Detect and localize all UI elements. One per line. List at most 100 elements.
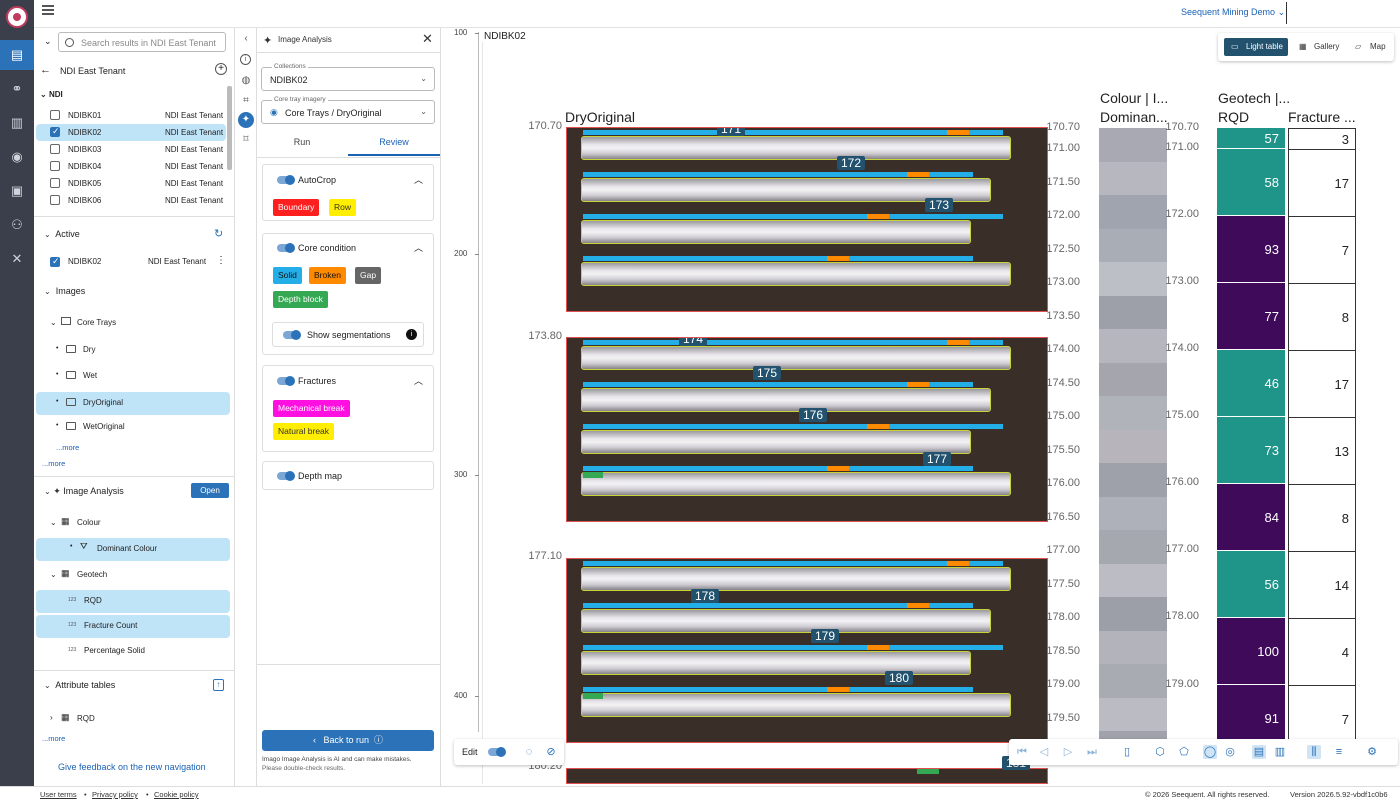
borehole-checkbox[interactable] [50, 126, 60, 137]
bookmark-add-icon[interactable]: ⌑ [239, 133, 253, 147]
close-icon[interactable]: ✕ [422, 31, 433, 47]
rqd-cell[interactable]: 100 [1217, 618, 1285, 685]
fracture-cell[interactable]: 14 [1288, 551, 1356, 619]
zoom-icon[interactable]: ◎ [1223, 745, 1237, 759]
info-icon[interactable]: i [240, 54, 251, 65]
network-icon[interactable]: ⚭ [0, 74, 34, 104]
privacy-policy-link[interactable]: Privacy policy [92, 790, 138, 799]
images-more-link[interactable]: ...more [56, 443, 79, 452]
fracture-cell[interactable]: 3 [1288, 128, 1356, 150]
edit-toggle[interactable] [488, 747, 506, 757]
rqd-cell[interactable]: 73 [1217, 417, 1285, 484]
menu-icon[interactable] [42, 9, 54, 11]
borehole-row[interactable]: NDIBK05 NDI East Tenant [36, 175, 226, 192]
depth-block-chip[interactable]: Depth block [273, 291, 328, 308]
portrait-icon[interactable]: ▯ [1120, 745, 1134, 759]
borehole-row[interactable]: NDIBK06 NDI East Tenant [36, 192, 226, 209]
images-section-header[interactable]: ⌄ Images [44, 286, 85, 296]
image-item[interactable]: • DryOriginal [36, 392, 230, 415]
core-tray-image[interactable]: 174 175 176 177 [566, 337, 1048, 522]
ai-sparkle-icon[interactable]: ✦ [238, 112, 254, 128]
rqd-cell[interactable]: 46 [1217, 350, 1285, 417]
user-terms-link[interactable]: User terms [40, 790, 77, 799]
autocrop-toggle[interactable] [277, 175, 295, 185]
image-item[interactable]: • Wet [36, 368, 230, 385]
previous-icon[interactable]: ◁ [1037, 745, 1051, 759]
tenant-selector[interactable]: Seequent Mining Demo ⌄ [1181, 7, 1285, 18]
attribute-table-rqd[interactable]: › ▦ RQD [34, 712, 234, 729]
refresh-icon[interactable]: ↻ [214, 227, 223, 240]
rqd-cell[interactable]: 77 [1217, 283, 1285, 350]
colour-cell[interactable] [1099, 161, 1167, 196]
fractures-toggle[interactable] [277, 376, 295, 386]
colour-cell[interactable] [1099, 228, 1167, 263]
chart-icon[interactable]: ▥ [0, 108, 34, 138]
fracture-cell[interactable]: 13 [1288, 417, 1356, 485]
borehole-row[interactable]: NDIBK04 NDI East Tenant [36, 158, 226, 175]
gallery-button[interactable]: ▦ Gallery [1292, 38, 1344, 56]
borehole-row[interactable]: NDIBK03 NDI East Tenant [36, 141, 226, 158]
users-icon[interactable]: ⚇ [0, 210, 34, 240]
app-logo-icon[interactable] [6, 6, 28, 28]
image-item[interactable]: • Dry [36, 342, 230, 359]
borehole-row[interactable]: NDIBK01 NDI East Tenant [36, 107, 226, 124]
open-button[interactable]: Open [191, 483, 229, 498]
chevron-up-icon[interactable]: ︿ [414, 241, 423, 254]
segmentations-toggle[interactable] [283, 330, 301, 340]
core-tray-image[interactable]: 171 172 173 [566, 127, 1048, 312]
collapse-chevron-icon[interactable]: ⌄ [44, 36, 52, 47]
attribute-tables-header[interactable]: ⌄ Attribute tables [44, 680, 115, 690]
shape-icon[interactable]: ⬠ [1177, 745, 1191, 759]
chevron-up-icon[interactable]: ︿ [414, 173, 423, 186]
search-input[interactable]: Search results in NDI East Tenant [58, 32, 226, 52]
rqd-cell[interactable]: 56 [1217, 551, 1285, 618]
colour-folder[interactable]: ⌄ ▦ Colour [34, 516, 234, 533]
geotech-item[interactable]: 123 RQD [36, 590, 230, 613]
layout-rows-icon[interactable]: ▤ [1252, 745, 1266, 759]
back-arrow-icon[interactable]: ← [40, 64, 51, 76]
colour-cell[interactable] [1099, 496, 1167, 531]
fracture-cell[interactable]: 8 [1288, 484, 1356, 552]
align-icon[interactable]: ⫼ [1307, 745, 1321, 759]
colour-cell[interactable] [1099, 362, 1167, 397]
row-chip[interactable]: Row [329, 199, 357, 216]
cube-icon[interactable]: ⬡ [1153, 745, 1167, 759]
gap-chip[interactable]: Gap [355, 267, 382, 284]
upload-icon[interactable]: ↑ [213, 679, 224, 691]
solid-chip[interactable]: Solid [273, 267, 302, 284]
borehole-checkbox[interactable] [50, 178, 60, 188]
natural-break-chip[interactable]: Natural break [273, 423, 335, 440]
rqd-cell[interactable]: 57 [1217, 128, 1285, 149]
crop-icon[interactable]: ⌗ [239, 94, 253, 108]
active-checkbox[interactable] [50, 256, 60, 267]
colour-column-header[interactable]: Colour | I... [1100, 90, 1168, 106]
chevron-up-icon[interactable]: ︿ [414, 374, 423, 387]
collapse-left-icon[interactable]: ‹ [239, 32, 253, 46]
rqd-cell[interactable]: 93 [1217, 216, 1285, 283]
eye-icon[interactable]: ◉ [270, 107, 278, 118]
boundary-chip[interactable]: Boundary [273, 199, 320, 216]
core-tray-imagery-select[interactable]: Core tray imagery ◉ Core Trays / DryOrig… [261, 96, 435, 124]
cookie-policy-link[interactable]: Cookie policy [154, 790, 199, 799]
borehole-row[interactable]: NDIBK02 NDI East Tenant [36, 124, 226, 141]
scrollbar[interactable] [227, 86, 232, 170]
map-button[interactable]: ▱ Map [1348, 38, 1391, 56]
section-more-link[interactable]: ...more [42, 459, 65, 468]
settings-icon[interactable]: ⚙ [1365, 745, 1379, 759]
collections-select[interactable]: Collections NDIBK02 ⌄ [261, 63, 435, 91]
active-section-header[interactable]: ⌄ Active [44, 229, 80, 239]
depth-map-toggle[interactable] [277, 471, 295, 481]
clipboard-icon[interactable]: ▣ [0, 176, 34, 206]
geotech-item[interactable]: 123 Fracture Count [36, 615, 230, 638]
tray-icon[interactable]: ▤ [0, 40, 34, 70]
lasso-remove-icon[interactable]: ⊘ [544, 745, 558, 759]
next-icon[interactable]: ▷ [1061, 745, 1075, 759]
more-options-icon[interactable]: ⋮ [216, 255, 226, 266]
rqd-cell[interactable]: 58 [1217, 149, 1285, 216]
borehole-checkbox[interactable] [50, 110, 60, 120]
fracture-cell[interactable]: 17 [1288, 350, 1356, 418]
geotech-item[interactable]: 123 Percentage Solid [36, 640, 230, 663]
core-condition-toggle[interactable] [277, 243, 295, 253]
image-analysis-header[interactable]: ⌄ ✦ Image Analysis [44, 486, 124, 497]
first-page-icon[interactable]: ⏮ [1015, 745, 1029, 759]
